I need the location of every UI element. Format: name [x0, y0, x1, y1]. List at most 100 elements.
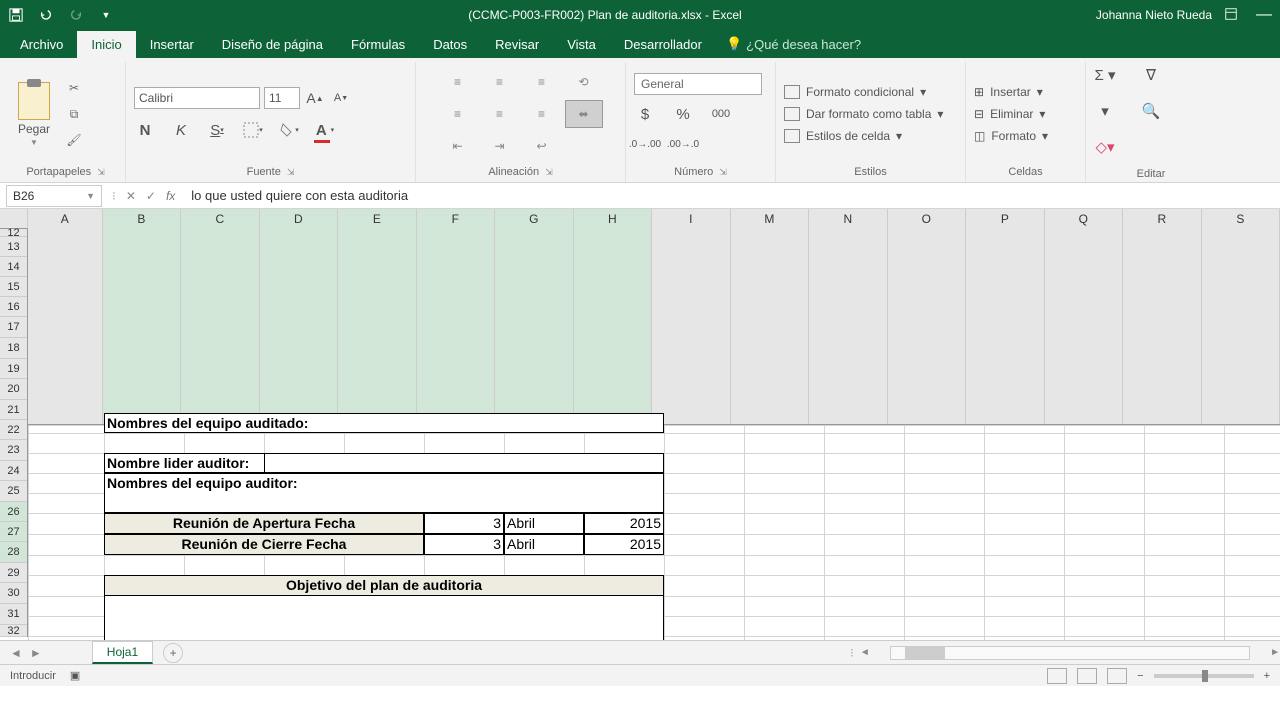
row-header[interactable]: 12 [0, 229, 27, 237]
page-break-view-icon[interactable] [1107, 668, 1127, 684]
cell-month-17[interactable]: Abril [504, 513, 584, 534]
column-header[interactable]: Q [1045, 209, 1124, 424]
increase-indent-icon[interactable]: ⇥ [481, 132, 519, 160]
macro-record-icon[interactable]: ▣ [70, 669, 80, 682]
zoom-out-icon[interactable]: − [1137, 670, 1143, 682]
page-layout-view-icon[interactable] [1077, 668, 1097, 684]
sort-filter-icon[interactable]: ᐁ [1140, 64, 1162, 86]
clear-icon[interactable]: ◇▾ [1094, 136, 1116, 158]
row-header[interactable]: 26 [0, 502, 27, 522]
cells-area[interactable]: Nombres del equipo auditado: Nombre lide… [28, 425, 1280, 640]
horizontal-scrollbar[interactable] [890, 646, 1250, 660]
field-objetivo[interactable]: Verbo+ objeto+ complemento [105, 596, 663, 640]
select-all-corner[interactable] [0, 209, 28, 229]
cell-styles-button[interactable]: Estilos de celda ▾ [784, 129, 943, 143]
column-header[interactable]: H [574, 209, 653, 424]
hscroll-right-icon[interactable]: ► [1270, 647, 1280, 658]
align-top-icon[interactable]: ≡ [439, 68, 477, 96]
launcher-icon[interactable]: ⇲ [97, 167, 105, 178]
autosum-icon[interactable]: Σ ▾ [1094, 64, 1116, 86]
percent-icon[interactable]: % [672, 103, 694, 125]
decrease-decimal-icon[interactable]: .00→.0 [672, 133, 694, 155]
column-header[interactable]: I [652, 209, 731, 424]
field-lider-auditor[interactable] [265, 454, 663, 472]
enter-icon[interactable]: ✓ [146, 189, 156, 203]
launcher-icon[interactable]: ⇲ [287, 167, 295, 178]
tab-review[interactable]: Revisar [481, 31, 553, 58]
qat-dropdown-icon[interactable]: ▼ [98, 7, 114, 23]
launcher-icon[interactable]: ⇲ [719, 167, 727, 178]
row-header[interactable]: 23 [0, 440, 27, 461]
row-header[interactable]: 21 [0, 400, 27, 420]
chevron-down-icon[interactable]: ▼ [86, 191, 95, 201]
cut-icon[interactable]: ✂ [64, 79, 84, 97]
column-header[interactable]: A [28, 209, 103, 424]
comma-icon[interactable]: 000 [710, 103, 732, 125]
row-header[interactable]: 15 [0, 277, 27, 297]
column-headers[interactable]: ABCDEFGHIMNOPQRS [28, 209, 1280, 425]
add-sheet-button[interactable]: + [163, 643, 183, 663]
row-header[interactable]: 20 [0, 379, 27, 400]
row-header[interactable]: 22 [0, 420, 27, 440]
row-header[interactable]: 25 [0, 481, 27, 502]
sheet-nav-next-icon[interactable]: ► [30, 646, 42, 660]
row-header[interactable]: 13 [0, 237, 27, 257]
decrease-indent-icon[interactable]: ⇤ [439, 132, 477, 160]
find-icon[interactable]: 🔍 [1140, 100, 1162, 122]
increase-decimal-icon[interactable]: .0→.00 [634, 133, 656, 155]
row-header[interactable]: 24 [0, 461, 27, 481]
tab-data[interactable]: Datos [419, 31, 481, 58]
format-table-button[interactable]: Dar formato como tabla ▾ [784, 107, 943, 121]
align-center-icon[interactable]: ≡ [481, 100, 519, 128]
wrap-text-icon[interactable]: ↩ [523, 132, 561, 160]
column-header[interactable]: D [260, 209, 339, 424]
row-header[interactable]: 30 [0, 583, 27, 604]
minimize-icon[interactable]: — [1256, 6, 1272, 24]
align-bottom-icon[interactable]: ≡ [523, 68, 561, 96]
paste-button[interactable]: Pegar ▼ [14, 78, 54, 151]
font-size-select[interactable] [264, 87, 300, 109]
fx-icon[interactable]: fx [166, 189, 175, 203]
number-format-select[interactable] [634, 73, 762, 95]
column-header[interactable]: C [181, 209, 260, 424]
column-header[interactable]: B [103, 209, 182, 424]
row-headers[interactable]: 1213141516171819202122232425262728293031… [0, 229, 28, 637]
merge-center-icon[interactable]: ⬌ [565, 100, 603, 128]
align-middle-icon[interactable]: ≡ [481, 68, 519, 96]
conditional-format-button[interactable]: Formato condicional ▾ [784, 85, 943, 99]
tab-view[interactable]: Vista [553, 31, 610, 58]
user-name[interactable]: Johanna Nieto Rueda [1096, 8, 1212, 22]
font-color-icon[interactable]: A▾ [314, 119, 336, 141]
zoom-slider[interactable] [1154, 674, 1254, 678]
redo-icon[interactable] [68, 7, 84, 23]
name-box[interactable]: B26 ▼ [6, 185, 102, 207]
cell-year-17[interactable]: 2015 [584, 513, 664, 534]
fill-color-icon[interactable]: ▾ [278, 119, 300, 141]
borders-icon[interactable]: ▾ [242, 119, 264, 141]
row-header[interactable]: 19 [0, 359, 27, 379]
italic-button[interactable]: K [170, 119, 192, 141]
row-header[interactable]: 14 [0, 257, 27, 277]
row-header[interactable]: 32 [0, 625, 27, 637]
delete-cells-button[interactable]: ⊟ Eliminar ▾ [974, 107, 1048, 121]
row-header[interactable]: 17 [0, 317, 27, 338]
column-header[interactable]: S [1202, 209, 1280, 424]
row-header[interactable]: 18 [0, 338, 27, 359]
align-right-icon[interactable]: ≡ [523, 100, 561, 128]
font-name-select[interactable] [134, 87, 260, 109]
fill-icon[interactable]: ▾ [1094, 100, 1116, 122]
currency-icon[interactable]: $ [634, 103, 656, 125]
tab-insert[interactable]: Insertar [136, 31, 208, 58]
increase-font-icon[interactable]: A▲ [304, 87, 326, 109]
column-header[interactable]: M [731, 209, 810, 424]
tab-file[interactable]: Archivo [6, 31, 77, 58]
tab-formulas[interactable]: Fórmulas [337, 31, 419, 58]
align-left-icon[interactable]: ≡ [439, 100, 477, 128]
cell-day-18[interactable]: 3 [424, 534, 504, 555]
formula-input[interactable]: lo que usted quiere con esta auditoria [185, 188, 1280, 203]
bold-button[interactable]: N [134, 119, 156, 141]
cell-month-18[interactable]: Abril [504, 534, 584, 555]
copy-icon[interactable]: ⧉ [64, 105, 84, 123]
underline-button[interactable]: S ▾ [206, 119, 228, 141]
cancel-icon[interactable]: ✕ [126, 189, 136, 203]
